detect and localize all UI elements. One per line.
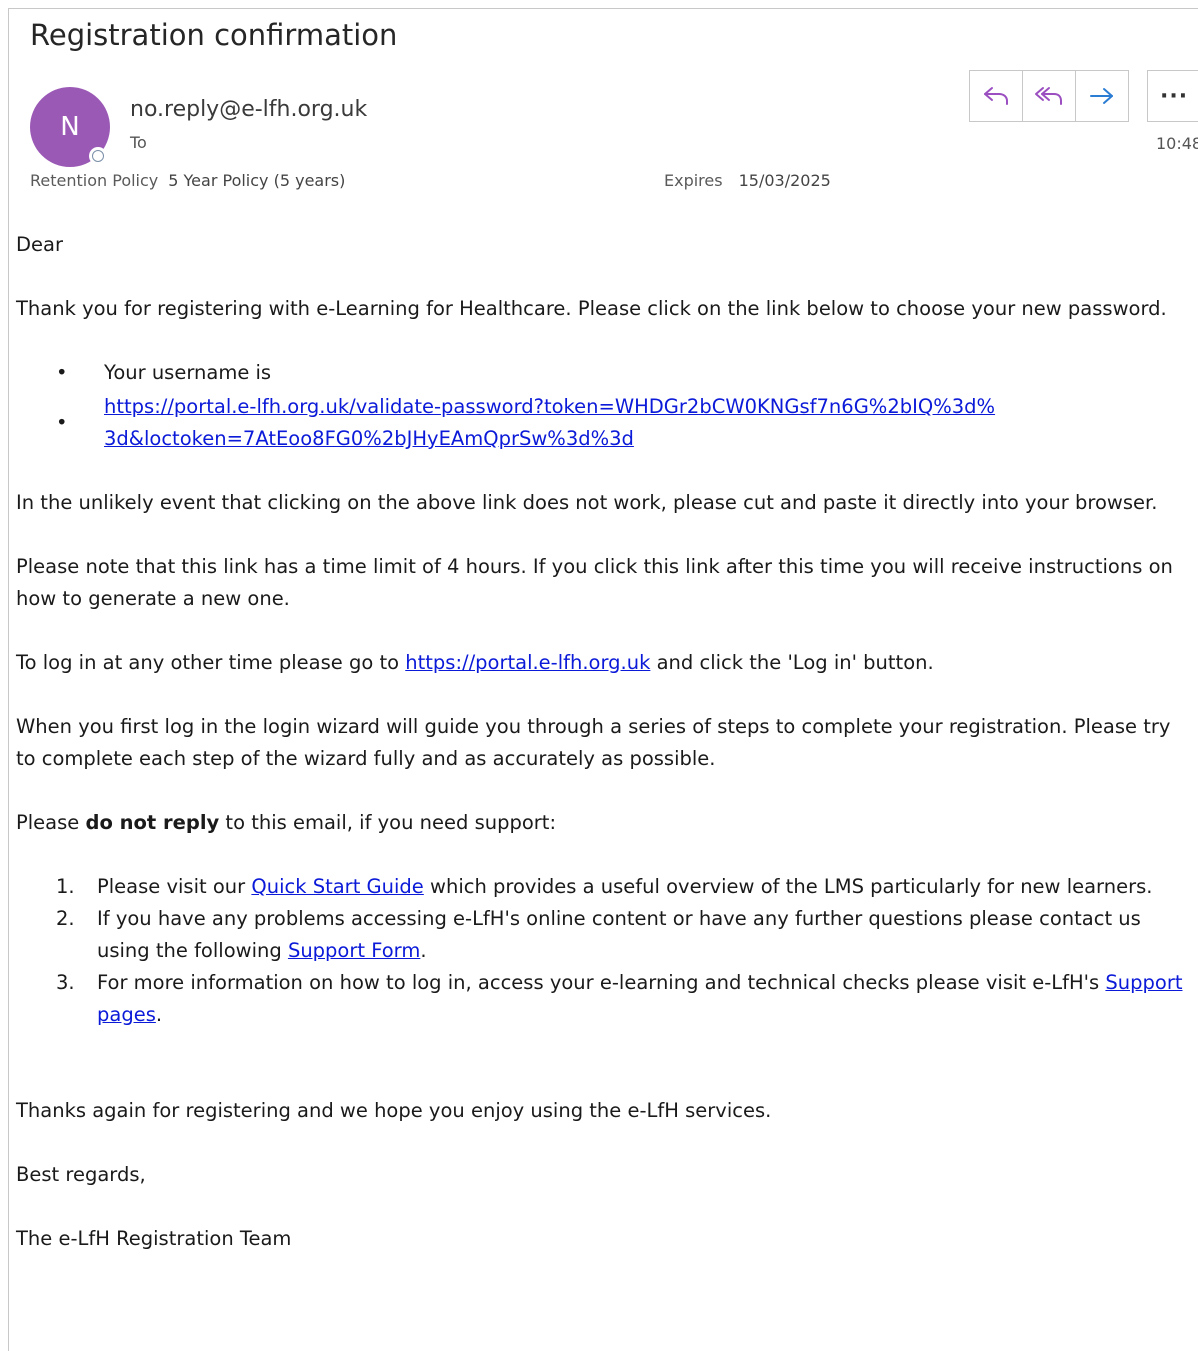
regards: Best regards, [16,1163,146,1186]
retention-value: 5 Year Policy (5 years) [168,171,346,190]
list-item: • https://portal.e-lfh.org.uk/validate-p… [16,391,1192,455]
quick-start-guide-link[interactable]: Quick Start Guide [251,875,423,898]
no-reply-paragraph: Please do not reply to this email, if yo… [16,811,557,834]
expires-label: Expires [664,171,723,190]
support-form-link[interactable]: Support Form [288,939,420,962]
portal-link[interactable]: https://portal.e-lfh.org.uk [405,651,650,674]
login-paragraph: To log in at any other time please go to… [16,651,934,674]
intro-paragraph: Thank you for registering with e-Learnin… [16,297,1167,320]
message-body: Dear Thank you for registering with e-Le… [16,229,1192,1287]
list-item: 1. Please visit our Quick Start Guide whi… [56,875,1153,898]
signature: The e-LfH Registration Team [16,1227,292,1250]
forward-icon [1090,88,1113,104]
wizard-paragraph: When you first log in the login wizard w… [16,715,1171,770]
list-item: 3. For more information on how to log in,… [56,971,1183,1026]
reply-icon [984,87,1008,105]
sender-address[interactable]: no.reply@e-lfh.org.uk [130,97,367,122]
message-actions [969,70,1129,122]
unlikely-paragraph: In the unlikely event that clicking on t… [16,491,1158,514]
no-reply-emphasis: do not reply [85,811,220,834]
retention-label: Retention Policy [30,171,159,190]
credentials-list: • Your username is • https://portal.e-lf… [16,357,1192,455]
bullet-icon: • [56,361,68,384]
forward-button[interactable] [1075,70,1129,122]
list-item: 2. If you have any problems accessing e-L… [56,907,1141,962]
presence-status-icon [89,147,107,165]
more-icon: ··· [1160,83,1189,109]
expires-value: 15/03/2025 [738,171,831,190]
avatar-initial: N [60,112,80,142]
time-limit-paragraph: Please note that this link has a time li… [16,555,1173,610]
more-actions-button[interactable]: ··· [1147,70,1198,122]
thanks-paragraph: Thanks again for registering and we hope… [16,1099,772,1122]
reply-all-button[interactable] [1022,70,1076,122]
reply-all-icon [1035,87,1062,105]
expiry-info: Expires 15/03/2025 [664,171,831,190]
greeting: Dear [16,233,63,256]
bullet-icon: • [56,411,68,434]
retention-policy: Retention Policy 5 Year Policy (5 years) [30,171,345,190]
username-text: Your username is [104,361,272,384]
support-list: 1. Please visit our Quick Start Guide whi… [16,871,1192,1031]
list-item: • Your username is [16,357,1192,389]
message-subject: Registration confirmation [30,18,398,52]
reply-button[interactable] [969,70,1023,122]
password-reset-link[interactable]: https://portal.e-lfh.org.uk/validate-pas… [104,395,995,450]
received-time: 10:48 [1156,134,1198,153]
to-label: To [130,133,147,152]
